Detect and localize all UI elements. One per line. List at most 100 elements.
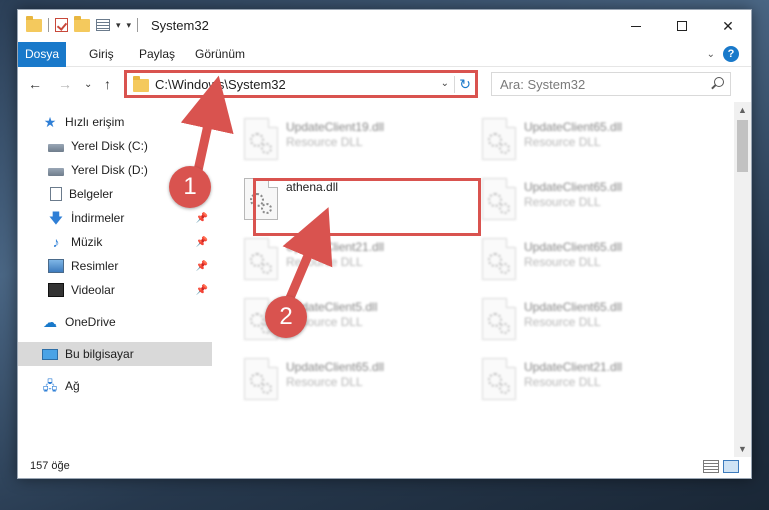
sidebar-item-this-pc[interactable]: Bu bilgisayar [18,342,212,366]
close-icon: ✕ [722,17,734,34]
file-type: Resource DLL [286,255,363,269]
scroll-down-icon[interactable]: ▼ [734,441,751,457]
up-arrow-icon[interactable]: ↑ [104,76,111,92]
properties-icon[interactable] [96,19,110,31]
sidebar-item-label: Yerel Disk (D:) [71,163,148,177]
file-item[interactable]: UpdateClient65.dll Resource DLL [476,234,701,290]
sidebar-item-label: Resimler [71,259,119,273]
sidebar-item-quick-access[interactable]: ★ Hızlı erişim [18,110,212,134]
pin-icon[interactable]: 📌 [196,213,208,224]
toolbar-divider [48,18,49,32]
minimize-icon [631,25,641,27]
ribbon-controls: ⌄ ? [707,46,739,62]
expand-ribbon-chevron-icon[interactable]: ⌄ [707,49,715,60]
item-count: 157 öğe [30,460,70,472]
vertical-scrollbar[interactable]: ▲ ▼ [734,102,751,457]
documents-icon [50,187,62,201]
step-badge-1: 1 [169,166,211,208]
recent-locations-chevron-icon[interactable]: ⌄ [84,79,92,90]
tab-file[interactable]: Dosya [18,42,66,67]
status-bar: 157 öğe [18,456,751,478]
sidebar-item-videos[interactable]: Videolar 📌 [18,278,212,302]
sidebar-item-label: Videolar [71,283,115,297]
file-type: Resource DLL [286,135,363,149]
tab-share[interactable]: Paylaş [139,42,175,67]
maximize-button[interactable] [659,10,705,42]
address-highlight-box [124,70,478,98]
file-type: Resource DLL [524,315,601,329]
file-name: UpdateClient65.dll [524,120,623,134]
file-item[interactable]: UpdateClient21.dll Resource DLL [476,354,701,410]
sidebar-item-local-disk-c[interactable]: Yerel Disk (C:) [18,134,212,158]
sidebar-item-label: Yerel Disk (C:) [71,139,148,153]
search-icon[interactable] [714,77,724,87]
file-name: UpdateClient65.dll [524,300,623,314]
cloud-icon: ☁ [43,314,57,330]
dll-file-icon [482,118,516,160]
back-arrow-icon[interactable]: ← [28,76,42,92]
file-item[interactable]: UpdateClient65.dll Resource DLL [238,354,463,410]
sidebar-item-label: Belgeler [69,187,114,201]
forward-arrow-icon[interactable]: → [58,76,72,92]
folder-icon[interactable] [26,15,42,32]
minimize-button[interactable] [613,10,659,42]
tab-view[interactable]: Görünüm [195,42,245,67]
sidebar-item-label: İndirmeler [71,211,125,225]
file-item[interactable]: UpdateClient65.dll Resource DLL [476,174,701,230]
sidebar-item-pictures[interactable]: Resimler 📌 [18,254,212,278]
file-type: Resource DLL [524,195,601,209]
file-name: UpdateClient21.dll [524,360,623,374]
properties-check-icon[interactable] [55,18,68,32]
videos-icon [48,283,64,297]
file-type: Resource DLL [524,135,601,149]
details-view-icon[interactable] [703,460,719,473]
sidebar-item-label: Bu bilgisayar [65,347,134,361]
sidebar-item-label: Müzik [71,235,103,249]
address-row: ← → ⌄ ↑ C:\Windows\System32 ⌄ ↻ Ara: Sys… [18,68,751,100]
file-list: UpdateClient19.dll Resource DLL UpdateCl… [228,102,728,457]
pin-icon[interactable]: 📌 [196,237,208,248]
dll-file-icon [244,238,278,280]
close-button[interactable]: ✕ [705,10,751,42]
large-icons-view-icon[interactable] [723,460,739,473]
file-item[interactable]: UpdateClient21.dll Resource DLL [238,234,463,290]
navigation-pane: ★ Hızlı erişim Yerel Disk (C:) Yerel Dis… [18,102,212,452]
sidebar-item-music[interactable]: ♪ Müzik 📌 [18,230,212,254]
file-item[interactable]: UpdateClient65.dll Resource DLL [476,294,701,350]
pin-icon[interactable]: 📌 [196,285,208,296]
file-item[interactable]: UpdateClient65.dll Resource DLL [476,114,701,170]
dll-file-icon [244,118,278,160]
drive-icon [48,167,64,176]
scroll-up-icon[interactable]: ▲ [734,102,751,118]
sidebar-item-label: OneDrive [65,315,116,329]
search-box[interactable]: Ara: System32 [491,72,731,96]
file-name: UpdateClient21.dll [286,240,385,254]
dll-file-icon [482,238,516,280]
ribbon-tabs: Dosya Giriş Paylaş Görünüm ⌄ ? [18,42,751,67]
network-icon: 🖧 [42,378,58,393]
file-type: Resource DLL [524,255,601,269]
title-bar: ▾ ▾ System32 ✕ [18,10,751,42]
toolbar-divider [137,18,139,32]
quick-access-toolbar: ▾ ▾ [26,15,139,32]
dll-file-icon [482,358,516,400]
file-type: Resource DLL [524,375,601,389]
sidebar-item-onedrive[interactable]: ☁ OneDrive [18,310,212,334]
sidebar-item-network[interactable]: 🖧 Ağ [18,374,212,398]
downloads-icon: 🡇 [48,210,64,226]
file-name: UpdateClient65.dll [286,360,385,374]
search-input[interactable]: Ara: System32 [500,77,585,92]
drive-icon [48,143,64,152]
help-icon[interactable]: ? [723,46,739,62]
customize-qat-icon[interactable]: ▾ [127,20,132,31]
pictures-icon [48,259,64,273]
qat-dropdown-icon[interactable]: ▾ [116,20,121,31]
new-folder-icon[interactable] [74,15,90,32]
dll-file-icon [482,298,516,340]
pin-icon[interactable]: 📌 [196,261,208,272]
view-switcher [703,460,739,473]
sidebar-item-downloads[interactable]: 🡇 İndirmeler 📌 [18,206,212,230]
tab-home[interactable]: Giriş [89,42,114,67]
scrollbar-thumb[interactable] [737,120,748,172]
file-item[interactable]: UpdateClient19.dll Resource DLL [238,114,463,170]
